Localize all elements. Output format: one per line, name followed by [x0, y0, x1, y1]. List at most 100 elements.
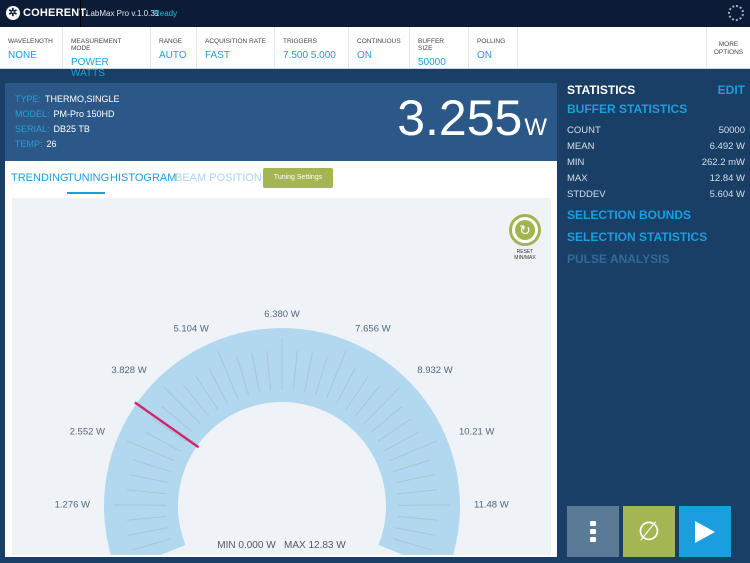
setting-triggers[interactable]: TRIGGERS 7.500 5.000: [275, 27, 349, 68]
selection-statistics-header[interactable]: SELECTION STATISTICS: [567, 230, 707, 244]
setting-acquisition-rate[interactable]: ACQUISITION RATE FAST: [197, 27, 275, 68]
selection-bounds-header[interactable]: SELECTION BOUNDS: [567, 208, 691, 222]
play-icon: [695, 520, 715, 543]
tab-histogram[interactable]: HISTOGRAM: [110, 172, 176, 184]
label: TEMP:: [15, 139, 43, 149]
label: TYPE:: [15, 94, 42, 104]
coherent-logo: ✲ COHERENT.: [6, 6, 88, 20]
app-version: LabMax Pro v.1.0.31: [86, 9, 160, 18]
stat-value: 12.84 W: [709, 173, 745, 184]
stat-value: 5.604 W: [709, 189, 745, 200]
setting-buffer-size[interactable]: BUFFER SIZE 50000: [410, 27, 469, 68]
active-tab-indicator: [67, 192, 105, 194]
stat-key: MEAN: [567, 141, 595, 152]
setting-label: MEASUREMENT MODE: [71, 38, 122, 52]
value: 26: [46, 139, 57, 149]
setting-value: ON: [357, 50, 372, 61]
setting-label: POLLING: [477, 38, 506, 45]
sensor-temp: TEMP: 26: [15, 139, 57, 149]
more-vertical-icon: [590, 520, 596, 542]
gauge-panel: 0.000 W1.276 W2.552 W3.828 W5.104 W6.380…: [12, 198, 551, 555]
reset-min-max-button[interactable]: ↻ RESET MIN/MAX: [509, 214, 541, 261]
gauge-tick-label: 10.21 W: [459, 427, 494, 438]
value: DB25 TB: [53, 124, 90, 134]
setting-label: ACQUISITION RATE: [205, 38, 266, 45]
play-button[interactable]: [679, 506, 731, 557]
stat-row: STDDEV 5.604 W: [567, 189, 745, 200]
stat-key: MAX: [567, 173, 588, 184]
reset-icon: ↻: [515, 220, 535, 240]
top-bar: ✲ COHERENT. LabMax Pro v.1.0.31 Ready: [0, 0, 750, 27]
buffer-statistics-header[interactable]: BUFFER STATISTICS: [567, 102, 687, 116]
brand-name: COHERENT.: [23, 7, 89, 19]
settings-bar: WAVELENGTH NONE MEASUREMENT MODE POWER WAT…: [0, 27, 750, 79]
more-options-button[interactable]: MORE OPTIONS: [706, 27, 750, 68]
stat-value: 262.2 mW: [701, 157, 745, 168]
sensor-header: TYPE: THERMO,SINGLE MODEL: PM-Pro 150HD SE…: [5, 83, 557, 161]
value: PM-Pro 150HD: [53, 109, 115, 119]
stat-row: COUNT 50000: [567, 125, 745, 136]
setting-polling[interactable]: POLLING ON: [469, 27, 518, 68]
min-text: MIN 0.000 W: [217, 540, 276, 551]
stat-row: MEAN 6.492 W: [567, 141, 745, 152]
setting-label: RANGE: [159, 38, 183, 45]
tab-trending[interactable]: TRENDING: [11, 172, 68, 184]
label: MODEL:: [15, 109, 50, 119]
gauge-tick-label: 7.656 W: [355, 323, 390, 334]
reading-value: 3.255: [397, 90, 523, 146]
stat-value: 50000: [718, 125, 745, 136]
connection-status: Ready: [154, 9, 178, 18]
setting-wavelength[interactable]: WAVELENGTH NONE: [0, 27, 63, 68]
gauge-tick-label: 2.552 W: [70, 427, 105, 438]
setting-value: ON: [477, 50, 492, 61]
gauge-tick-label: 3.828 W: [111, 365, 146, 376]
stat-row: MAX 12.84 W: [567, 173, 745, 184]
setting-label: TRIGGERS: [283, 38, 317, 45]
tab-tuning[interactable]: TUNING: [67, 172, 109, 184]
stat-key: COUNT: [567, 125, 601, 136]
stat-key: STDDEV: [567, 189, 606, 200]
zero-icon: ∅: [637, 516, 661, 546]
setting-label: BUFFER SIZE: [418, 38, 444, 52]
setting-value: 7.500 5.000: [283, 50, 336, 61]
divider: [80, 0, 81, 27]
logo-icon: ✲: [6, 6, 20, 20]
label: SERIAL:: [15, 124, 50, 134]
tuning-settings-button[interactable]: Tuning Settings: [263, 168, 333, 188]
pulse-analysis-header[interactable]: PULSE ANALYSIS: [567, 252, 669, 266]
statistics-panel: STATISTICS EDIT BUFFER STATISTICS COUNT 5…: [567, 83, 745, 266]
setting-measurement-mode[interactable]: MEASUREMENT MODE POWER WATTS: [63, 27, 151, 79]
power-reading: 3.255W: [397, 89, 547, 147]
gauge-tick-label: 1.276 W: [55, 500, 90, 511]
setting-label: WAVELENGTH: [8, 38, 53, 45]
min-max-readout: MIN 0.000 W MAX 12.83 W: [12, 540, 551, 551]
setting-continuous[interactable]: CONTINUOUS ON: [349, 27, 410, 68]
gauge-tick-label: 5.104 W: [173, 323, 208, 334]
view-panel: TRENDING TUNING HISTOGRAM BEAM POSITION …: [5, 161, 557, 557]
menu-button[interactable]: [567, 506, 619, 557]
tuning-gauge: 0.000 W1.276 W2.552 W3.828 W5.104 W6.380…: [55, 309, 509, 555]
setting-label: CONTINUOUS: [357, 38, 401, 45]
gauge-tick-label: 11.48 W: [474, 500, 509, 511]
sensor-model: MODEL: PM-Pro 150HD: [15, 109, 115, 119]
setting-value: 50000: [418, 57, 446, 68]
sensor-type: TYPE: THERMO,SINGLE: [15, 94, 120, 104]
gauge-tick-label: 8.932 W: [417, 365, 452, 376]
setting-range[interactable]: RANGE AUTO: [151, 27, 197, 68]
gauge-tick-label: 6.380 W: [264, 309, 299, 320]
stat-row: MIN 262.2 mW: [567, 157, 745, 168]
zero-button[interactable]: ∅: [623, 506, 675, 557]
max-text: MAX 12.83 W: [284, 540, 346, 551]
setting-value: NONE: [8, 50, 37, 61]
setting-value: AUTO: [159, 50, 187, 61]
stat-value: 6.492 W: [709, 141, 745, 152]
value: THERMO,SINGLE: [45, 94, 120, 104]
tab-beam-position[interactable]: BEAM POSITION: [175, 172, 262, 184]
reset-label: RESET MIN/MAX: [514, 249, 536, 261]
activity-spinner-icon: [728, 5, 744, 21]
edit-button[interactable]: EDIT: [718, 83, 745, 97]
stat-key: MIN: [567, 157, 585, 168]
setting-value: POWER WATTS: [71, 57, 109, 79]
sensor-serial: SERIAL: DB25 TB: [15, 124, 90, 134]
reading-unit: W: [524, 114, 547, 141]
